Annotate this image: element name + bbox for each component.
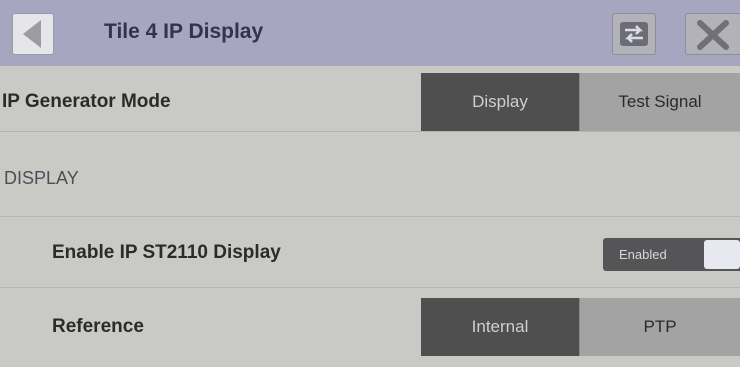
reference-label: Reference — [52, 316, 144, 337]
toggle-knob — [704, 240, 740, 269]
swap-arrows-icon — [620, 22, 648, 46]
section-heading-display: DISPLAY — [4, 168, 79, 188]
page-title: Tile 4 IP Display — [104, 20, 264, 43]
generator-mode-label: IP Generator Mode — [2, 91, 171, 112]
generator-mode-test-signal-option[interactable]: Test Signal — [579, 73, 740, 131]
back-button[interactable] — [12, 13, 54, 55]
enable-display-toggle[interactable]: Enabled — [603, 238, 740, 271]
title-bar: Tile 4 IP Display — [0, 0, 740, 66]
reference-ptp-option[interactable]: PTP — [579, 298, 740, 356]
reference-internal-option[interactable]: Internal — [421, 298, 579, 356]
generator-mode-display-option[interactable]: Display — [421, 73, 579, 131]
swap-button[interactable] — [612, 13, 656, 55]
generator-mode-row: IP Generator Mode Display Test Signal — [0, 72, 740, 132]
reference-row: Reference Internal PTP — [0, 296, 740, 358]
toggle-state-label: Enabled — [619, 247, 667, 262]
close-button[interactable] — [685, 13, 740, 55]
back-arrow-icon — [23, 20, 41, 48]
close-x-icon — [697, 20, 729, 50]
enable-display-label: Enable IP ST2110 Display — [52, 242, 281, 263]
